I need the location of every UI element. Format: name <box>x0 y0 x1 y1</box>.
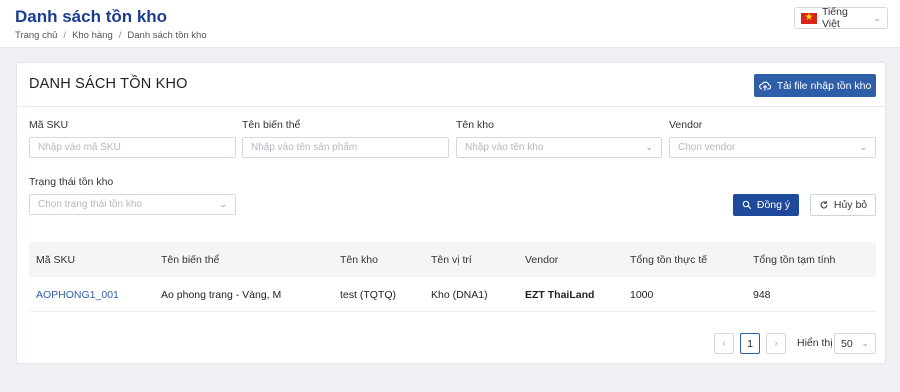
table-cell: Ao phong trang - Vàng, M <box>161 288 282 301</box>
column-header: Vendor <box>525 253 559 266</box>
chevron-down-icon: ⌄ <box>873 12 881 23</box>
column-header: Tên biến thể <box>161 253 220 266</box>
vendor-filter-label: Vendor <box>669 119 703 131</box>
sku-filter-input[interactable]: Nhập vào mã SKU <box>29 137 236 158</box>
vendor-filter-select[interactable]: Chọn vendor ⌄ <box>669 137 876 158</box>
column-header: Tên kho <box>340 253 378 266</box>
column-header: Tên vị trí <box>431 253 472 266</box>
breadcrumb: Trang chủ / Kho hàng / Danh sách tồn kho <box>15 30 207 41</box>
cloud-upload-icon <box>758 81 771 90</box>
chevron-down-icon: ⌄ <box>645 142 653 152</box>
cancel-filter-button[interactable]: Hủy bỏ <box>810 194 876 216</box>
breadcrumb-current: Danh sách tồn kho <box>127 30 207 41</box>
reset-icon <box>820 201 828 209</box>
status-filter-select[interactable]: Chọn trạng thái tồn kho ⌄ <box>29 194 236 215</box>
warehouse-filter-select[interactable]: Nhập vào tên kho ⌄ <box>456 137 662 158</box>
chevron-down-icon: ⌄ <box>859 142 867 152</box>
vendor-filter-placeholder: Chọn vendor <box>678 142 736 153</box>
variant-filter-input[interactable]: Nhập vào tên sản phẩm <box>242 137 449 158</box>
submit-filter-button[interactable]: Đồng ý <box>733 194 799 216</box>
page-size-select[interactable]: 50 ⌄ <box>834 333 876 354</box>
chevron-down-icon: ⌄ <box>219 199 227 209</box>
upload-button-label: Tải file nhập tồn kho <box>776 79 872 92</box>
table-cell: EZT ThaiLand <box>525 288 595 301</box>
warehouse-filter-placeholder: Nhập vào tên kho <box>465 142 544 153</box>
sku-filter-placeholder: Nhập vào mã SKU <box>38 142 121 153</box>
language-label: Tiếng Việt <box>821 6 848 30</box>
next-page-button[interactable]: › <box>766 333 786 354</box>
inventory-table: Mã SKU Tên biến thể Tên kho Tên vị trí V… <box>29 242 876 312</box>
page-title: Danh sách tồn kho <box>15 7 168 26</box>
page-size-label: Hiển thị <box>797 337 833 349</box>
chevron-down-icon: ⌄ <box>861 338 869 348</box>
upload-inventory-button[interactable]: Tải file nhập tồn kho <box>754 74 876 97</box>
prev-page-button[interactable]: ‹ <box>714 333 734 354</box>
variant-filter-placeholder: Nhập vào tên sản phẩm <box>251 142 358 153</box>
table-cell: Kho (DNA1) <box>431 288 488 301</box>
card-title: DANH SÁCH TỒN KHO <box>29 76 188 92</box>
card-header: DANH SÁCH TỒN KHO Tải file nhập tồn kho <box>17 63 885 107</box>
table-row: AOPHONG1_001 Ao phong trang - Vàng, M te… <box>29 277 876 312</box>
cancel-button-label: Hủy bỏ <box>833 199 868 211</box>
table-cell: 948 <box>753 288 771 301</box>
page-size-value: 50 <box>841 337 853 350</box>
submit-button-label: Đồng ý <box>756 199 791 211</box>
column-header: Mã SKU <box>36 253 76 266</box>
breadcrumb-separator: / <box>118 30 122 41</box>
table-cell: test (TQTQ) <box>340 288 396 301</box>
status-filter-label: Trạng thái tồn kho <box>29 176 114 188</box>
sku-link[interactable]: AOPHONG1_001 <box>36 277 119 312</box>
status-filter-placeholder: Chọn trạng thái tồn kho <box>38 199 142 210</box>
warehouse-filter-label: Tên kho <box>456 119 494 131</box>
language-select[interactable]: Tiếng Việt ⌄ <box>794 6 888 30</box>
variant-filter-label: Tên biến thể <box>242 119 301 131</box>
column-header: Tổng tồn tạm tính <box>753 253 836 266</box>
inventory-card: DANH SÁCH TỒN KHO Tải file nhập tồn kho … <box>16 62 886 364</box>
search-icon <box>742 200 752 210</box>
vietnam-flag-icon <box>801 10 817 26</box>
current-page-button[interactable]: 1 <box>740 333 760 354</box>
breadcrumb-separator: / <box>63 30 67 41</box>
breadcrumb-warehouse[interactable]: Kho hàng <box>72 30 113 41</box>
column-header: Tổng tồn thực tế <box>630 253 708 266</box>
table-cell: 1000 <box>630 288 654 301</box>
breadcrumb-home[interactable]: Trang chủ <box>15 30 57 41</box>
table-header: Mã SKU Tên biến thể Tên kho Tên vị trí V… <box>29 242 876 277</box>
sku-filter-label: Mã SKU <box>29 119 69 131</box>
top-bar: Danh sách tồn kho Trang chủ / Kho hàng /… <box>0 0 900 48</box>
